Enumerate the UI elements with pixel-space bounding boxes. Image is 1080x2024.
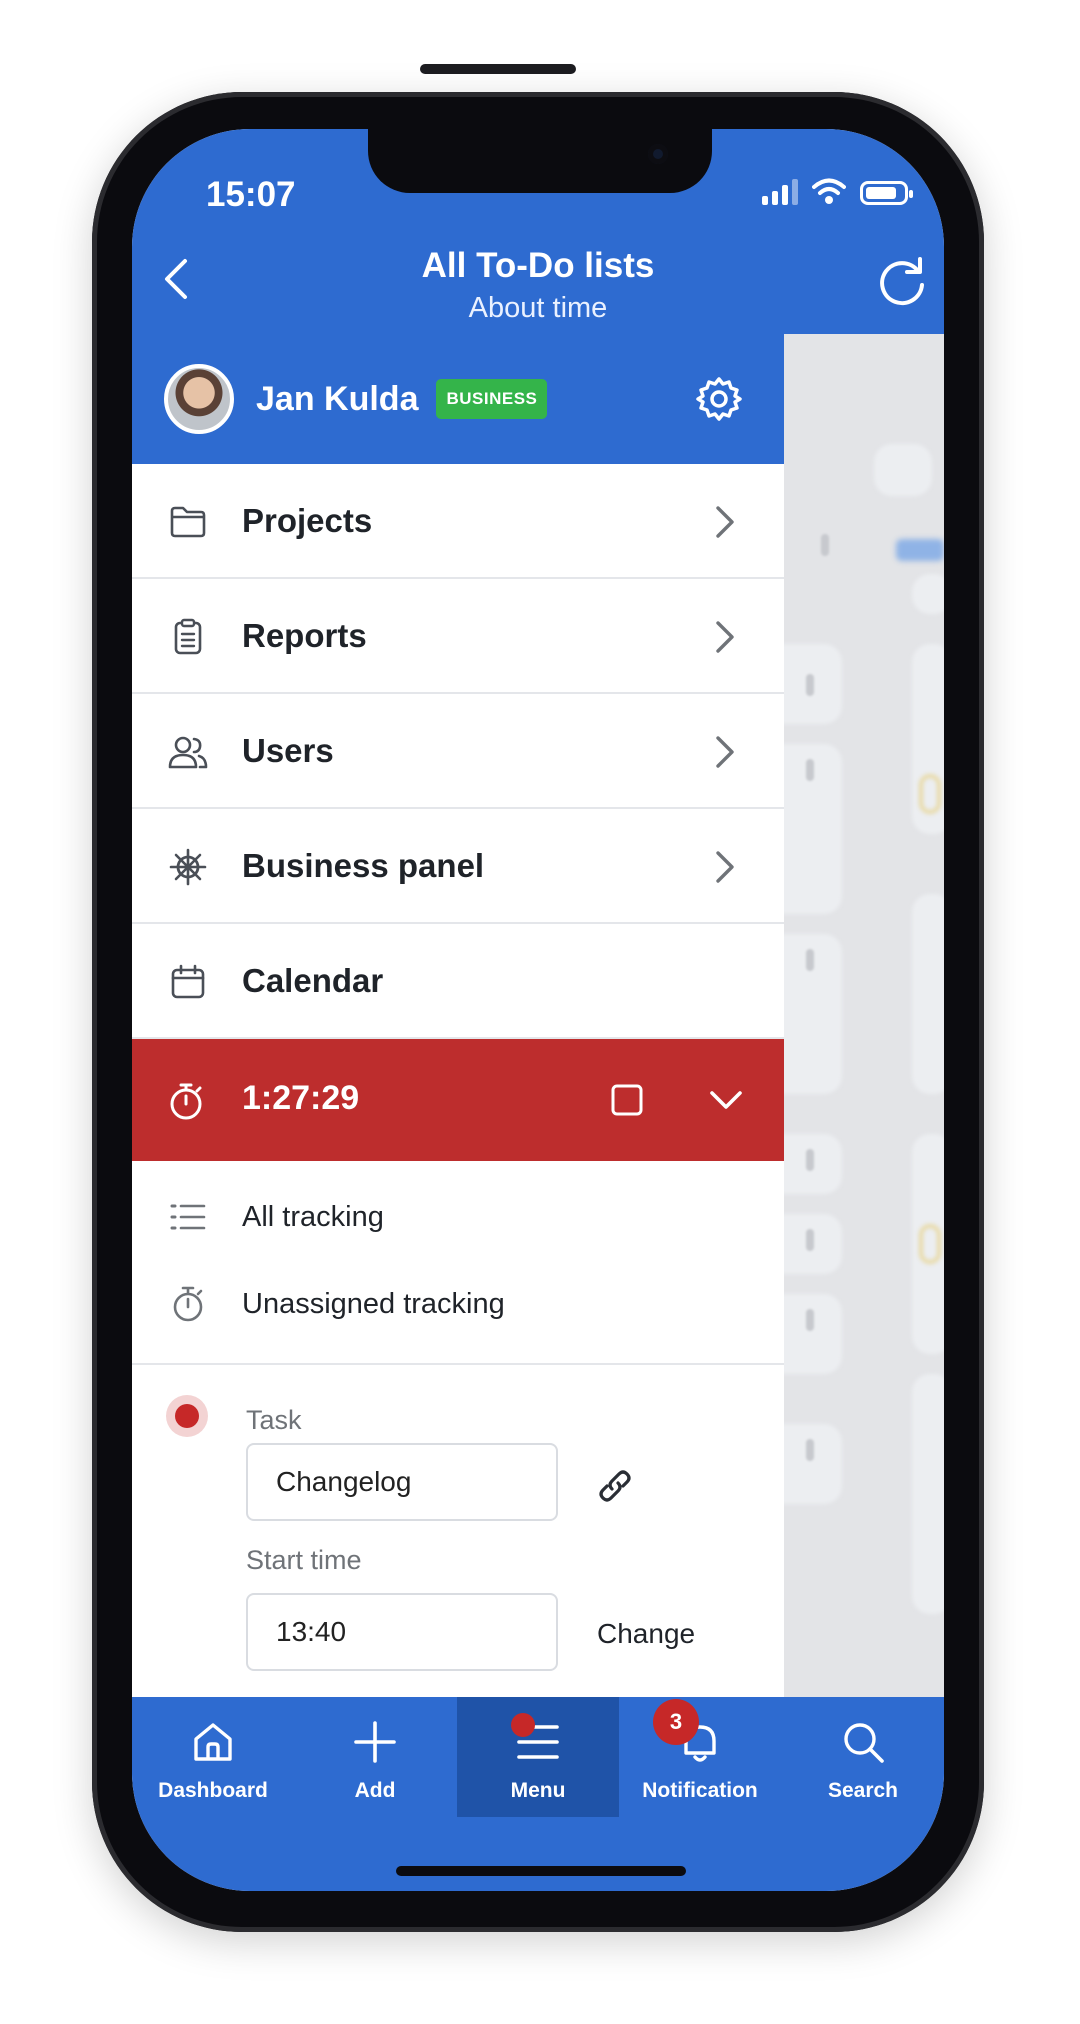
list-icon (168, 1197, 208, 1237)
start-time-label: Start time (246, 1545, 362, 1575)
nav-notification[interactable]: 3 Notification (619, 1697, 781, 1817)
menu-item-label: Business panel (242, 846, 485, 884)
task-input[interactable]: Changelog (246, 1443, 558, 1521)
stopwatch-icon (168, 1284, 208, 1324)
page-subtitle: About time (468, 292, 608, 324)
stop-timer-button[interactable] (610, 1083, 644, 1117)
nav-menu[interactable]: Menu (457, 1697, 619, 1817)
user-name: Jan Kulda (256, 379, 419, 418)
wifi-icon (812, 178, 846, 204)
nav-label: Add (354, 1779, 396, 1802)
all-tracking-label: All tracking (242, 1200, 384, 1233)
active-timer-bar[interactable]: 1:27:29 (132, 1039, 784, 1161)
menu-item-label: Users (242, 731, 334, 769)
gear-icon (696, 377, 742, 421)
camera-notch (368, 129, 712, 193)
avatar[interactable] (164, 364, 234, 434)
front-camera (648, 144, 668, 164)
plus-icon (354, 1721, 396, 1763)
menu-item-users[interactable]: Users (132, 694, 784, 809)
menu-item-reports[interactable]: Reports (132, 579, 784, 694)
chevron-right-icon (716, 506, 734, 538)
battery-icon (860, 181, 913, 205)
menu-item-calendar[interactable]: Calendar (132, 924, 784, 1039)
unassigned-tracking-label: Unassigned tracking (242, 1287, 505, 1320)
refresh-icon (880, 257, 924, 306)
status-time: 15:07 (206, 175, 296, 214)
chevron-right-icon (716, 736, 734, 768)
cellular-signal-icon (762, 177, 798, 205)
menu-item-label: Calendar (242, 961, 384, 999)
menu-item-label: Projects (242, 501, 373, 539)
all-tracking-item[interactable]: All tracking (132, 1182, 784, 1252)
header-titles: All To-Do lists About time (282, 246, 794, 325)
navigation-drawer: Jan Kulda BUSINESS Projects Reports User… (132, 334, 784, 1734)
users-icon (168, 732, 208, 772)
notification-count-badge: 3 (653, 1699, 699, 1745)
clipboard-icon (168, 617, 208, 657)
change-button[interactable]: Change (597, 1618, 695, 1650)
nav-search[interactable]: Search (782, 1697, 944, 1817)
stopwatch-icon (170, 1083, 202, 1120)
home-icon (194, 1723, 232, 1761)
plan-badge: BUSINESS (436, 379, 548, 419)
calendar-icon (168, 962, 208, 1002)
home-indicator[interactable] (396, 1866, 686, 1876)
chevron-right-icon (716, 851, 734, 883)
search-icon (844, 1723, 884, 1763)
bottom-navigation: Dashboard Add Menu 3 Notification Search (132, 1697, 944, 1891)
back-button[interactable] (154, 257, 198, 301)
background-content-dimmed (784, 334, 944, 1734)
menu-item-business-panel[interactable]: Business panel (132, 809, 784, 924)
ship-wheel-icon (168, 847, 208, 887)
chevron-right-icon (716, 621, 734, 653)
menu-item-projects[interactable]: Projects (132, 464, 784, 579)
app-screen: 15:07 All To-Do lists About time Jan Kul… (132, 129, 944, 1891)
nav-dashboard[interactable]: Dashboard (132, 1697, 294, 1817)
start-time-input[interactable]: 13:40 (246, 1593, 558, 1671)
chevron-down-icon[interactable] (708, 1085, 744, 1115)
nav-label: Menu (510, 1779, 566, 1802)
chevron-left-icon (165, 259, 187, 299)
menu-alert-dot (511, 1713, 535, 1737)
folder-icon (168, 502, 208, 542)
settings-button[interactable] (694, 374, 744, 424)
refresh-button[interactable] (874, 253, 930, 309)
nav-add[interactable]: Add (294, 1697, 456, 1817)
recording-indicator (166, 1395, 208, 1437)
status-icons (762, 177, 913, 205)
nav-label: Dashboard (158, 1779, 268, 1802)
menu-item-label: Reports (242, 616, 367, 654)
unassigned-tracking-item[interactable]: Unassigned tracking (132, 1269, 784, 1339)
tracking-list: All tracking Unassigned tracking (132, 1161, 784, 1365)
page-title: All To-Do lists (421, 246, 655, 285)
nav-label: Notification (642, 1779, 758, 1802)
task-label: Task (246, 1405, 302, 1435)
nav-label: Search (827, 1779, 899, 1802)
timer-value: 1:27:29 (242, 1079, 360, 1117)
user-profile-row[interactable]: Jan Kulda BUSINESS (132, 334, 784, 464)
speaker-grille (420, 64, 576, 74)
link-icon[interactable] (592, 1463, 638, 1509)
